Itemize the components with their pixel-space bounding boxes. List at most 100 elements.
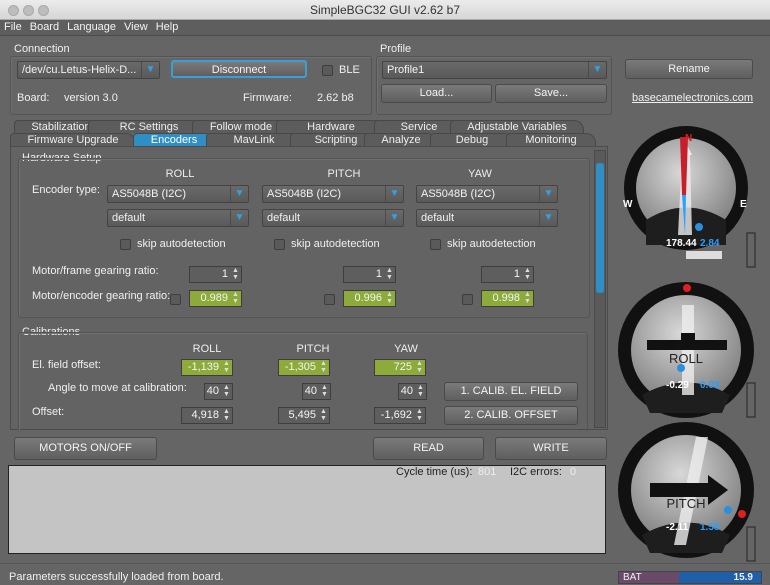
spinner-arrows-icon: ▲ ▼ xyxy=(417,384,424,398)
encoder-type-select[interactable]: AS5048B (I2C) ▼ xyxy=(107,185,249,203)
offset-input[interactable]: -1,692 ▲ ▼ xyxy=(374,407,426,424)
yaw-rate: 2.84 xyxy=(700,238,720,249)
menu-file[interactable]: File xyxy=(0,20,26,35)
read-button[interactable]: READ xyxy=(373,437,484,460)
motor-encoder-input[interactable]: 0.989 ▲ ▼ xyxy=(189,290,242,307)
menu-board[interactable]: Board xyxy=(26,20,63,35)
write-button[interactable]: WRITE xyxy=(495,437,607,460)
scrollbar-thumb[interactable] xyxy=(596,163,604,293)
spinner-arrows-icon: ▲ ▼ xyxy=(386,267,393,281)
skip-autodetection-checkbox[interactable] xyxy=(120,239,131,250)
angle-input[interactable]: 40 ▲ ▼ xyxy=(302,383,331,400)
el-field-input[interactable]: -1,305 ▲ ▼ xyxy=(278,359,330,376)
calib-el-field-button[interactable]: 1. CALIB. EL. FIELD xyxy=(444,382,578,401)
offset-input[interactable]: 5,495 ▲ ▼ xyxy=(278,407,330,424)
cycle-time-label: Cycle time (us): xyxy=(396,466,473,478)
menu-help[interactable]: Help xyxy=(152,20,183,35)
spinner-arrows-icon: ▲ ▼ xyxy=(223,384,230,398)
tab-row2-6[interactable]: Monitoring xyxy=(506,133,596,146)
port-select[interactable]: /dev/cu.Letus-Helix-D... ▼ xyxy=(17,61,160,79)
motor-frame-input-value: 1 xyxy=(513,268,520,280)
encoder-config-select[interactable]: default ▼ xyxy=(262,209,404,227)
angle-input-value: 40 xyxy=(206,385,219,397)
tab-row2-1[interactable]: Encoders xyxy=(133,133,215,146)
chevron-down-icon: ▼ xyxy=(230,210,248,226)
menu-language[interactable]: Language xyxy=(63,20,120,35)
compass-n: N xyxy=(685,133,692,144)
spinner-arrows-icon: ▲ ▼ xyxy=(320,408,327,422)
load-button[interactable]: Load... xyxy=(381,84,492,103)
motor-frame-input[interactable]: 1 ▲ ▼ xyxy=(189,266,242,283)
angle-input[interactable]: 40 ▲ ▼ xyxy=(204,383,233,400)
close-window-button[interactable] xyxy=(8,5,19,16)
motors-on-off-button[interactable]: MOTORS ON/OFF xyxy=(14,437,157,460)
minimize-window-button[interactable] xyxy=(23,5,34,16)
ble-label: BLE xyxy=(339,64,360,76)
profile-select[interactable]: Profile1 ▼ xyxy=(382,61,607,79)
skip-autodetection-checkbox[interactable] xyxy=(430,239,441,250)
spinner-arrows-icon: ▲ ▼ xyxy=(223,408,230,422)
title-bar: SimpleBGC32 GUI v2.62 b7 xyxy=(0,0,770,20)
encoder-config-select[interactable]: default ▼ xyxy=(416,209,558,227)
spinner-arrows-icon: ▲ ▼ xyxy=(321,384,328,398)
motor-frame-input[interactable]: 1 ▲ ▼ xyxy=(343,266,396,283)
motor-encoder-checkbox[interactable] xyxy=(170,294,181,305)
encoder-config-value: default xyxy=(421,212,455,224)
i2c-errors-label: I2C errors: xyxy=(510,466,562,478)
calib-offset-button[interactable]: 2. CALIB. OFFSET xyxy=(444,406,578,425)
vertical-scrollbar[interactable] xyxy=(594,150,606,428)
tab-row2-2[interactable]: MavLink xyxy=(206,133,302,146)
menu-view[interactable]: View xyxy=(120,20,152,35)
tab-row2-5[interactable]: Debug xyxy=(430,133,514,146)
motor-encoder-input[interactable]: 0.996 ▲ ▼ xyxy=(343,290,396,307)
compass-w: W xyxy=(623,199,633,210)
ble-checkbox[interactable] xyxy=(322,65,333,76)
pitch-angle: -2.11 xyxy=(666,522,689,533)
motor-encoder-input[interactable]: 0.998 ▲ ▼ xyxy=(481,290,534,307)
el-field-input[interactable]: -1,139 ▲ ▼ xyxy=(181,359,233,376)
save-button[interactable]: Save... xyxy=(495,84,607,103)
angle-input[interactable]: 40 ▲ ▼ xyxy=(398,383,427,400)
motor-frame-input[interactable]: 1 ▲ ▼ xyxy=(481,266,534,283)
encoder-type-select[interactable]: AS5048B (I2C) ▼ xyxy=(262,185,404,203)
profile-label: Profile xyxy=(380,43,412,55)
roll-level-bar xyxy=(746,382,756,418)
port-value: /dev/cu.Letus-Helix-D... xyxy=(22,64,137,76)
offset-input-value: 5,495 xyxy=(288,409,316,421)
cycle-time-value: 801 xyxy=(478,466,497,478)
tab-row1-3[interactable]: Hardware xyxy=(276,120,386,133)
zoom-window-button[interactable] xyxy=(38,5,49,16)
encoder-type-label: Encoder type: xyxy=(32,184,100,196)
yaw-angle: 178.44 xyxy=(666,238,697,249)
skip-autodetection-checkbox[interactable] xyxy=(274,239,285,250)
rename-button[interactable]: Rename xyxy=(625,59,753,79)
skip-autodetection-label: skip autodetection xyxy=(291,238,380,250)
offset-input[interactable]: 4,918 ▲ ▼ xyxy=(181,407,233,424)
el-field-input-value: -1,139 xyxy=(187,361,219,373)
motor-encoder-checkbox[interactable] xyxy=(324,294,335,305)
motor-encoder-input-value: 0.989 xyxy=(200,292,228,304)
offset-label: Offset: xyxy=(32,406,65,418)
pitch-gauge: PITCH -2.11 1.58 xyxy=(618,422,756,562)
chevron-down-icon: ▼ xyxy=(385,210,403,226)
motor-encoder-checkbox[interactable] xyxy=(462,294,473,305)
el-field-label: El. field offset: xyxy=(32,359,101,371)
el-field-input[interactable]: 725 ▲ ▼ xyxy=(374,359,426,376)
calib-yaw-header: YAW xyxy=(394,343,418,355)
pitch-header: PITCH xyxy=(327,168,361,180)
tab-row2-0[interactable]: Firmware Upgrade xyxy=(10,133,136,146)
firmware-label: Firmware: xyxy=(243,92,292,104)
board-version: version 3.0 xyxy=(64,92,118,104)
chevron-down-icon: ▼ xyxy=(539,210,557,226)
tab-row1-5[interactable]: Adjustable Variables xyxy=(450,120,584,133)
gauges-panel: N E W 178.44 2.84 ROLL -0.29 0.03 PITCH … xyxy=(618,126,756,562)
encoder-type-select[interactable]: AS5048B (I2C) ▼ xyxy=(416,185,558,203)
encoder-config-select[interactable]: default ▼ xyxy=(107,209,249,227)
disconnect-button[interactable]: Disconnect xyxy=(171,60,307,78)
pitch-level-bar xyxy=(746,526,756,562)
skip-autodetection-label: skip autodetection xyxy=(137,238,226,250)
status-message: Parameters successfully loaded from boar… xyxy=(9,571,224,583)
tab-row2-4[interactable]: Analyze xyxy=(364,133,438,146)
roll-gauge: ROLL -0.29 0.03 xyxy=(618,282,756,418)
website-link[interactable]: basecamelectronics.com xyxy=(632,92,753,104)
